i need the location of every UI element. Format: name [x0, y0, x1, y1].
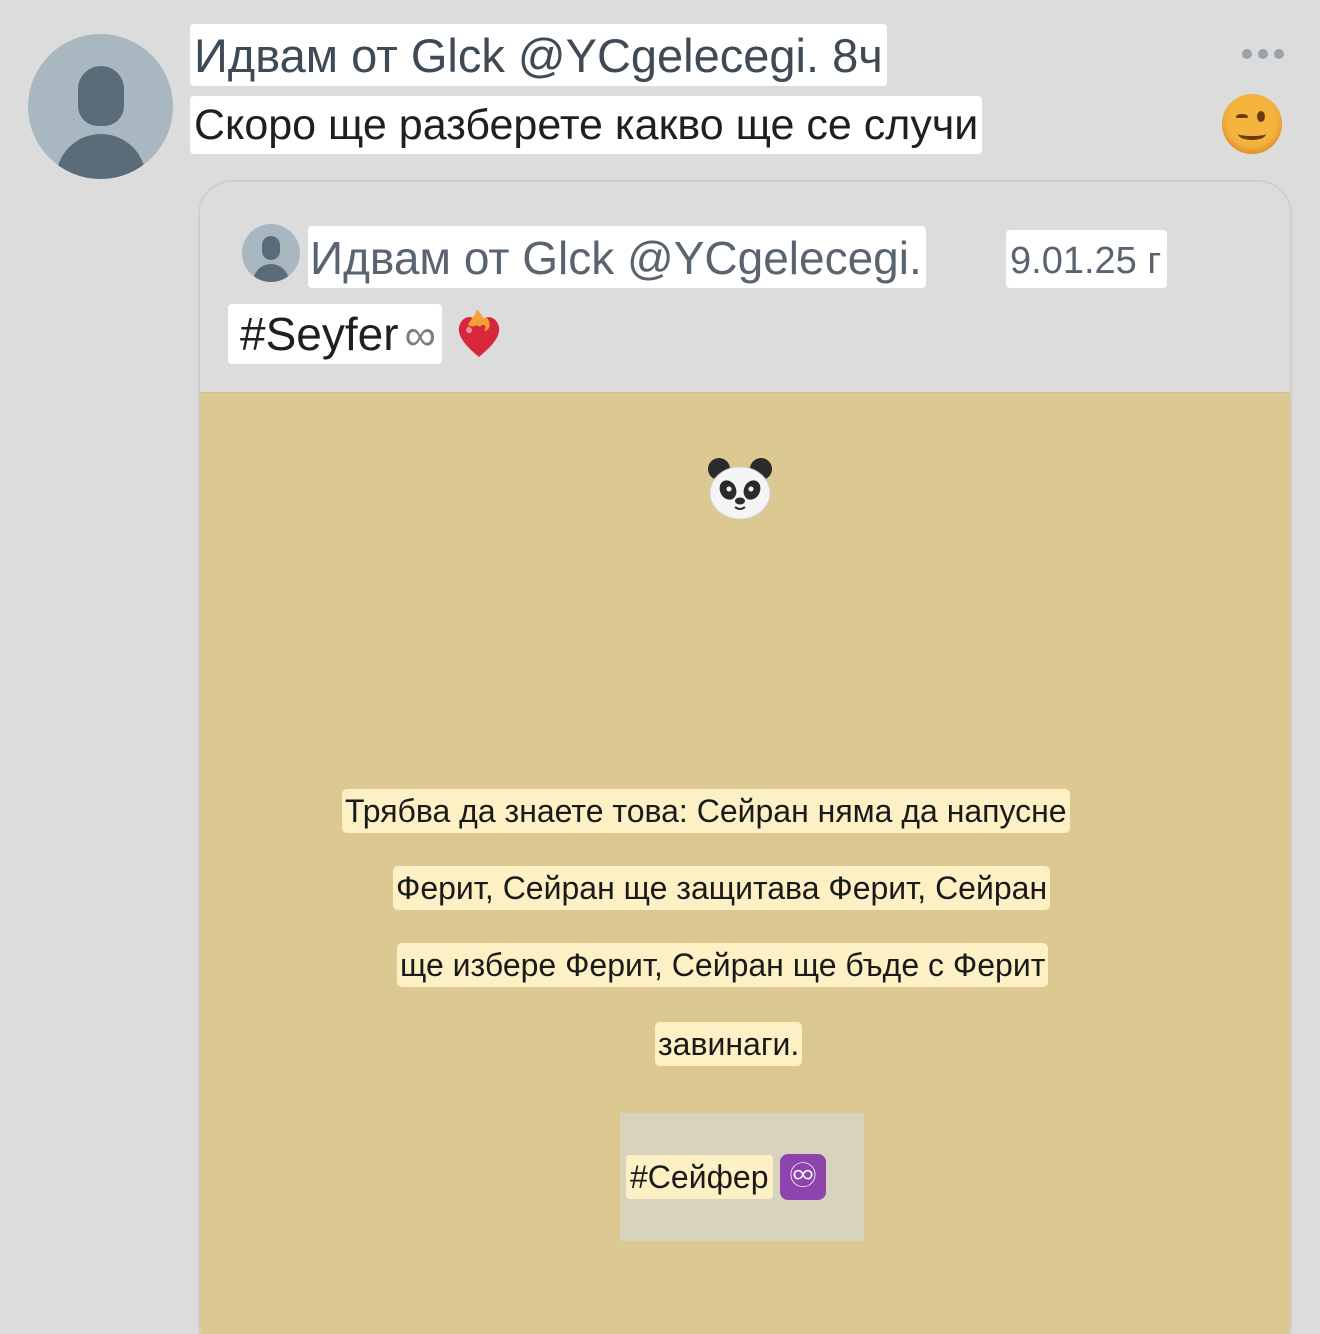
more-options-icon[interactable]	[1242, 44, 1290, 64]
avatar-head-shape	[78, 66, 124, 126]
quoted-post-image[interactable]: Трябва да знаете това: Сейран няма да на…	[200, 392, 1290, 1334]
wink-eye-open	[1257, 111, 1265, 122]
wink-eye-closed	[1236, 114, 1248, 119]
avatar-body-shape	[56, 134, 146, 179]
image-text-line: ще избере Ферит, Сейран ще бъде с Ферит	[397, 943, 1049, 987]
infinity-badge-icon: ♾	[780, 1154, 826, 1200]
dot	[1258, 49, 1268, 59]
image-text-line: завинаги.	[655, 1022, 803, 1066]
post-text: Скоро ще разберете какво ще се случи	[190, 96, 983, 154]
wink-mouth	[1238, 128, 1266, 140]
image-hashtag: #Сейфер	[626, 1155, 773, 1199]
dot	[1242, 49, 1252, 59]
image-text-line: Ферит, Сейран ще защитава Ферит, Сейран	[393, 866, 1051, 910]
dot	[1274, 49, 1284, 59]
author-avatar[interactable]	[28, 34, 173, 179]
quoted-hashtag-row: #Seyfer ∞	[228, 302, 506, 366]
quoted-post-card[interactable]: Идвам от Glck @YCgelecegi. 9.01.25 г #Se…	[198, 180, 1292, 1334]
avatar-body-shape	[253, 264, 289, 282]
quoted-post-date: 9.01.25 г	[1006, 230, 1168, 288]
image-text-line: Трябва да знаете това: Сейран няма да на…	[342, 789, 1070, 833]
heart-on-fire-icon	[452, 307, 506, 361]
post-author-header[interactable]: Идвам от Glck @YCgelecegi. 8ч	[190, 24, 887, 86]
post-screen: Идвам от Glck @YCgelecegi. 8ч Скоро ще р…	[0, 0, 1320, 1334]
quoted-author-name[interactable]: Идвам от Glck @YCgelecegi.	[308, 226, 926, 288]
hashtag-text: #Seyfer	[240, 308, 399, 360]
image-hashtag-box: #Сейфер ♾	[620, 1113, 864, 1241]
infinity-icon: ∞	[404, 311, 436, 360]
winking-face-icon	[1222, 94, 1282, 154]
quoted-author-avatar[interactable]	[242, 224, 300, 282]
quoted-hashtag[interactable]: #Seyfer ∞	[228, 304, 442, 364]
panda-face-icon	[705, 457, 775, 521]
avatar-head-shape	[262, 236, 280, 260]
